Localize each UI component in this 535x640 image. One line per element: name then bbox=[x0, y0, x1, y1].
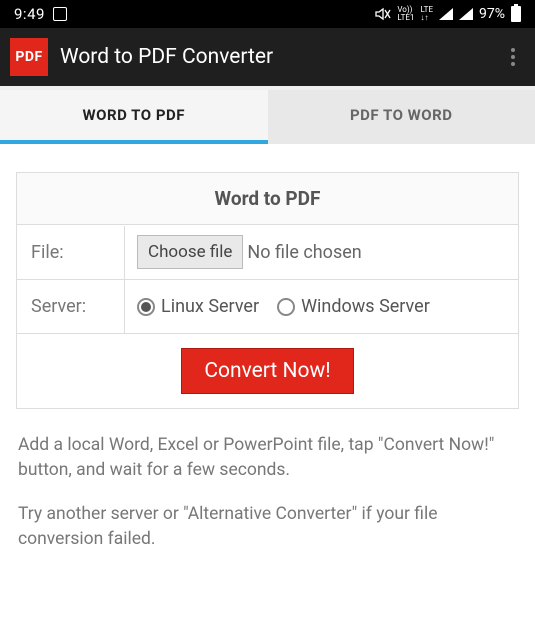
radio-windows-server[interactable]: Windows Server bbox=[277, 296, 430, 317]
app-title: Word to PDF Converter bbox=[60, 45, 489, 69]
status-time: 9:49 bbox=[14, 5, 45, 23]
status-bar: 9:49 Vo)) LTE1 LTE ↓↑ 97% bbox=[0, 0, 535, 28]
radio-label: Windows Server bbox=[301, 296, 430, 317]
choose-file-button[interactable]: Choose file bbox=[137, 235, 243, 269]
battery-icon bbox=[511, 6, 521, 22]
overflow-menu-icon[interactable] bbox=[501, 38, 525, 76]
file-label: File: bbox=[17, 226, 125, 279]
lte-indicator: LTE ↓↑ bbox=[420, 6, 433, 22]
server-row: Server: Linux Server Windows Server bbox=[17, 280, 518, 334]
file-status: No file chosen bbox=[247, 242, 361, 263]
tab-word-to-pdf[interactable]: WORD TO PDF bbox=[0, 90, 268, 144]
tab-label: WORD TO PDF bbox=[83, 106, 185, 124]
radio-label: Linux Server bbox=[161, 296, 259, 317]
file-row: File: Choose file No file chosen bbox=[17, 225, 518, 280]
battery-percent: 97% bbox=[479, 6, 505, 22]
tab-pdf-to-word[interactable]: PDF TO WORD bbox=[268, 90, 535, 144]
signal-icon-1 bbox=[439, 8, 453, 20]
radio-icon bbox=[277, 298, 295, 316]
converter-card: Word to PDF File: Choose file No file ch… bbox=[16, 172, 519, 409]
tab-label: PDF TO WORD bbox=[350, 106, 452, 124]
help-paragraph-2: Try another server or "Alternative Conve… bbox=[18, 502, 517, 553]
radio-icon bbox=[137, 298, 155, 316]
notification-icon bbox=[53, 7, 67, 21]
help-text: Add a local Word, Excel or PowerPoint fi… bbox=[0, 409, 535, 553]
tab-bar: WORD TO PDF PDF TO WORD bbox=[0, 86, 535, 144]
mute-icon bbox=[375, 7, 391, 21]
app-bar: PDF Word to PDF Converter bbox=[0, 28, 535, 86]
server-label: Server: bbox=[17, 280, 125, 333]
convert-button[interactable]: Convert Now! bbox=[181, 348, 353, 394]
card-title: Word to PDF bbox=[17, 173, 518, 225]
volte-indicator: Vo)) LTE1 bbox=[397, 6, 414, 22]
signal-icon-2 bbox=[459, 8, 473, 20]
radio-linux-server[interactable]: Linux Server bbox=[137, 296, 259, 317]
app-logo: PDF bbox=[10, 38, 48, 76]
help-paragraph-1: Add a local Word, Excel or PowerPoint fi… bbox=[18, 433, 517, 484]
